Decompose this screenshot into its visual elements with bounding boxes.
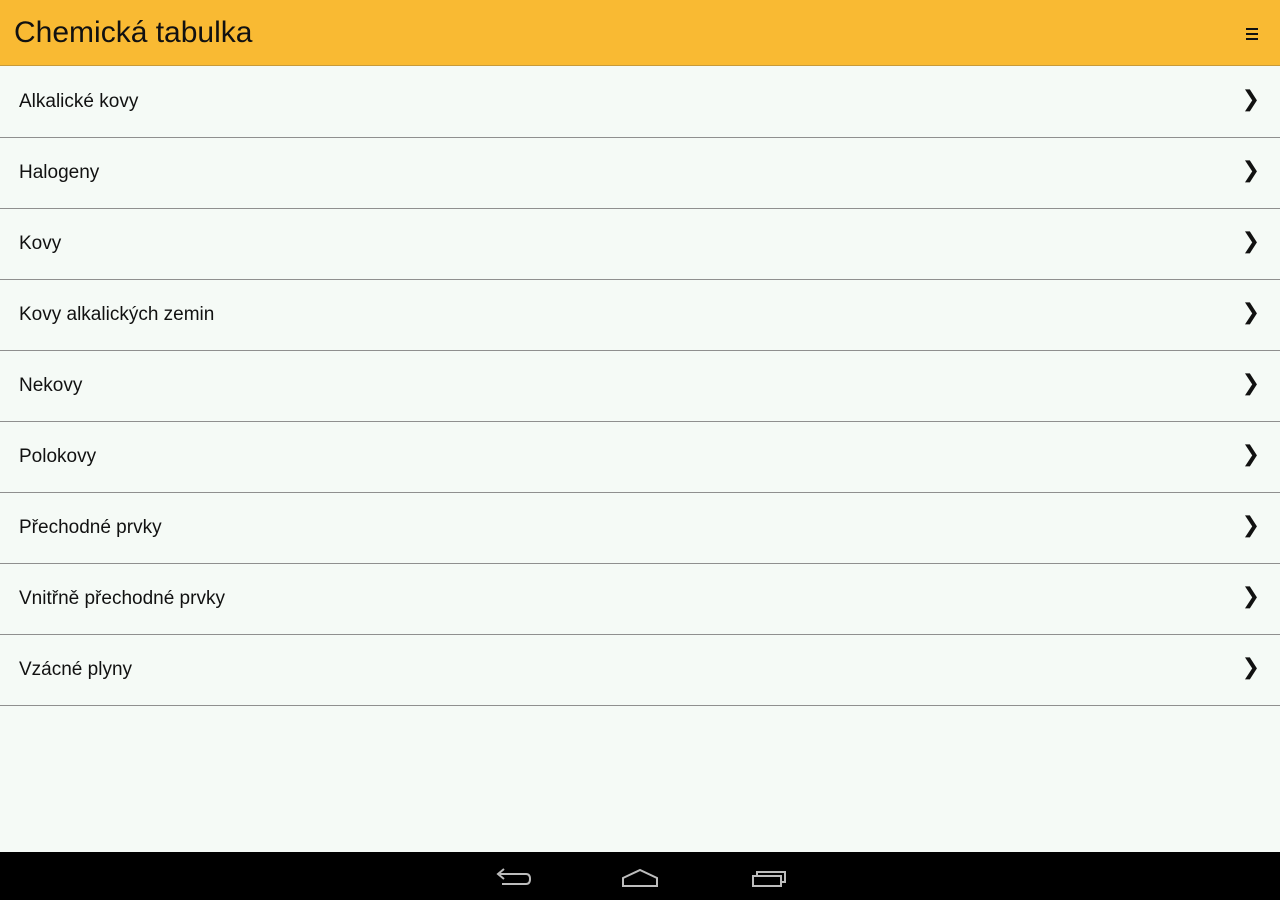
recent-apps-button[interactable] [749, 862, 789, 890]
chevron-right-icon: ❯ [1241, 442, 1260, 467]
list-item-label: Vzácné plyny [19, 659, 133, 680]
back-icon [496, 868, 532, 885]
list-item-label: Alkalické kovy [19, 91, 139, 112]
app-root: Chemická tabulka Alkalické kovy ❯ Haloge… [0, 0, 1280, 900]
chevron-right-icon: ❯ [1241, 87, 1260, 112]
system-navigation-bar [0, 852, 1280, 900]
chevron-right-icon: ❯ [1241, 513, 1260, 538]
page-title: Chemická tabulka [14, 16, 253, 49]
chevron-right-icon: ❯ [1241, 158, 1260, 183]
list-item[interactable]: Nekovy ❯ [0, 351, 1280, 422]
back-button[interactable] [492, 862, 532, 890]
chevron-right-icon: ❯ [1241, 371, 1260, 396]
list-item[interactable]: Polokovy ❯ [0, 422, 1280, 493]
list-item[interactable]: Vzácné plyny ❯ [0, 635, 1280, 706]
recent-apps-icon [752, 871, 786, 887]
list-item[interactable]: Přechodné prvky ❯ [0, 493, 1280, 564]
home-button[interactable] [620, 862, 660, 890]
list-item[interactable]: Kovy ❯ [0, 209, 1280, 280]
chevron-right-icon: ❯ [1241, 584, 1260, 609]
list-item[interactable]: Vnitřně přechodné prvky ❯ [0, 564, 1280, 635]
list-item-label: Polokovy [19, 446, 97, 467]
list-item[interactable]: Halogeny ❯ [0, 138, 1280, 209]
chevron-right-icon: ❯ [1241, 300, 1260, 325]
home-icon [622, 868, 658, 887]
list-item-label: Přechodné prvky [19, 517, 162, 538]
list-item[interactable]: Alkalické kovy ❯ [0, 67, 1280, 138]
chevron-right-icon: ❯ [1241, 655, 1260, 680]
list-item-label: Kovy alkalických zemin [19, 304, 215, 325]
chevron-right-icon: ❯ [1241, 229, 1260, 254]
list-item-label: Halogeny [19, 162, 100, 183]
list-item-label: Nekovy [19, 375, 83, 396]
list-item-label: Kovy [19, 233, 62, 254]
list-item-label: Vnitřně přechodné prvky [19, 588, 225, 609]
list-item[interactable]: Kovy alkalických zemin ❯ [0, 280, 1280, 351]
category-list: Alkalické kovy ❯ Halogeny ❯ Kovy ❯ Kovy … [0, 67, 1280, 706]
app-header: Chemická tabulka [0, 0, 1280, 66]
menu-button[interactable] [1240, 20, 1264, 48]
